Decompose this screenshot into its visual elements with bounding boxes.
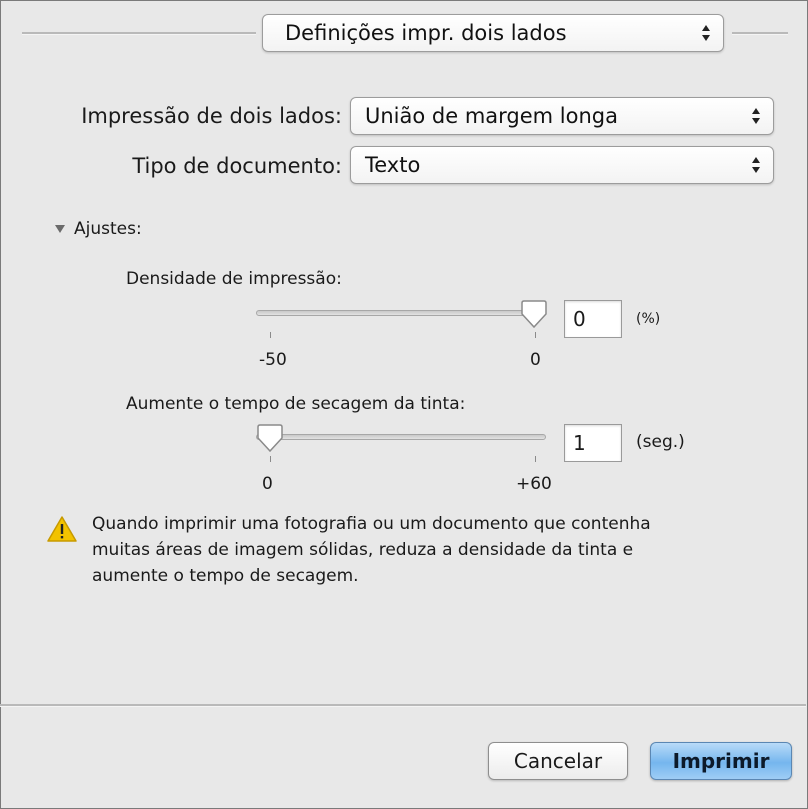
panel-select-popup[interactable]: Definições impr. dois lados [262,14,724,52]
disclosure-triangle-icon[interactable] [54,224,66,234]
warning-line-2: muitas áreas de imagem sólidas, reduza a… [92,540,634,560]
header-divider-right [732,32,788,35]
warning-line-3: aumente o tempo de secagem. [92,566,359,586]
doc-type-select[interactable]: Texto [350,146,774,184]
density-label: Densidade de impressão: [126,269,342,289]
density-min-label: -50 [259,350,287,370]
duplex-select-value: União de margem longa [365,103,618,128]
popup-arrows-icon [752,108,760,124]
density-tick-max [535,332,536,338]
drying-value-field[interactable]: 1 [564,424,622,462]
popup-arrows-icon [752,157,760,173]
density-tick-min [270,332,271,338]
drying-slider-knob[interactable] [256,424,284,454]
drying-unit: (seg.) [636,432,685,452]
drying-min-label: 0 [262,474,273,494]
density-slider-track [256,310,546,316]
duplex-select[interactable]: União de margem longa [350,97,774,135]
drying-label: Aumente o tempo de secagem da tinta: [126,394,466,414]
panel-select-value: Definições impr. dois lados [285,20,567,45]
warning-icon [47,516,77,542]
doc-type-select-value: Texto [365,152,421,177]
drying-max-label: +60 [516,474,552,494]
density-slider-knob[interactable] [520,300,548,330]
adjustments-label: Ajustes: [74,219,142,239]
duplex-label: Impressão de dois lados: [81,104,342,128]
doc-type-label: Tipo de documento: [132,154,342,178]
footer-divider [0,704,806,707]
density-slider[interactable] [256,300,552,340]
print-button[interactable]: Imprimir [650,742,792,780]
density-value-field[interactable]: 0 [564,300,622,338]
drying-slider[interactable] [256,424,552,464]
drying-tick-max [535,456,536,462]
drying-tick-min [270,456,271,462]
popup-arrows-icon [702,25,710,41]
cancel-button[interactable]: Cancelar [488,742,628,780]
header-divider-left [22,32,256,35]
warning-line-1: Quando imprimir uma fotografia ou um doc… [92,514,651,534]
density-unit: (%) [636,311,661,327]
density-max-label: 0 [530,350,541,370]
drying-slider-track [256,434,546,440]
